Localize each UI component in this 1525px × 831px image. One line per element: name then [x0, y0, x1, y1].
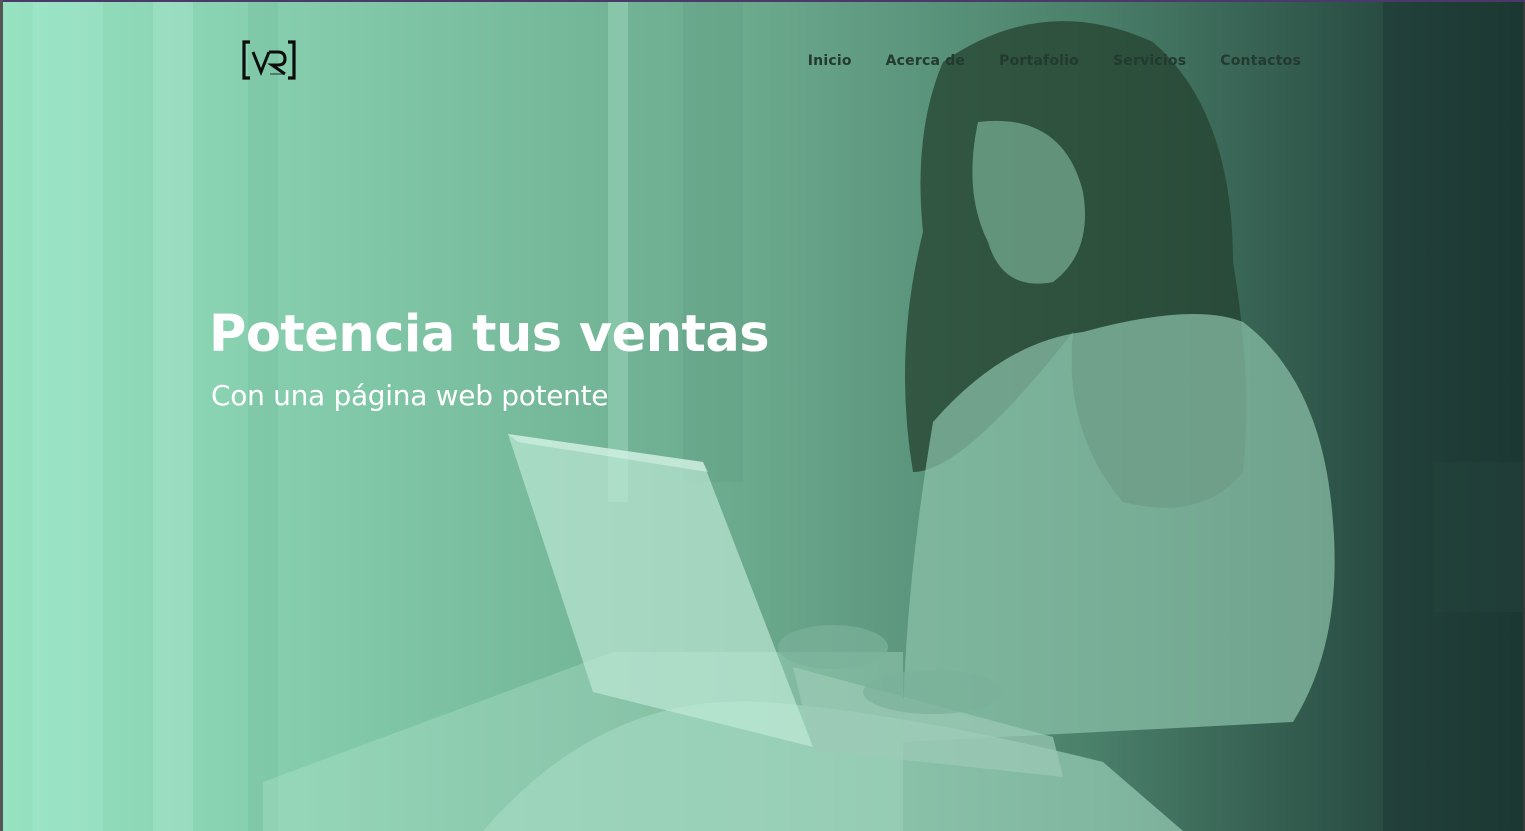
hero-text-block: Potencia tus ventas Con una página web p… [209, 302, 770, 414]
nav-item-portafolio[interactable]: Portafolio [999, 49, 1079, 73]
hero-subtitle: Con una página web potente [211, 379, 609, 412]
hero-section: Inicio Acerca de Portafolio Servicios Co… [3, 2, 1523, 831]
nav-item-servicios[interactable]: Servicios [1113, 49, 1186, 73]
browser-frame: Inicio Acerca de Portafolio Servicios Co… [0, 0, 1525, 831]
vr-bracket-logo[interactable] [240, 38, 298, 82]
nav-item-contactos[interactable]: Contactos [1220, 49, 1301, 73]
nav-item-inicio[interactable]: Inicio [808, 49, 852, 73]
main-nav: Inicio Acerca de Portafolio Servicios Co… [808, 49, 1301, 73]
woman-with-laptop-photo [33, 2, 1523, 831]
nav-item-acerca-de[interactable]: Acerca de [886, 49, 965, 73]
hero-title: Potencia tus ventas [209, 305, 770, 364]
